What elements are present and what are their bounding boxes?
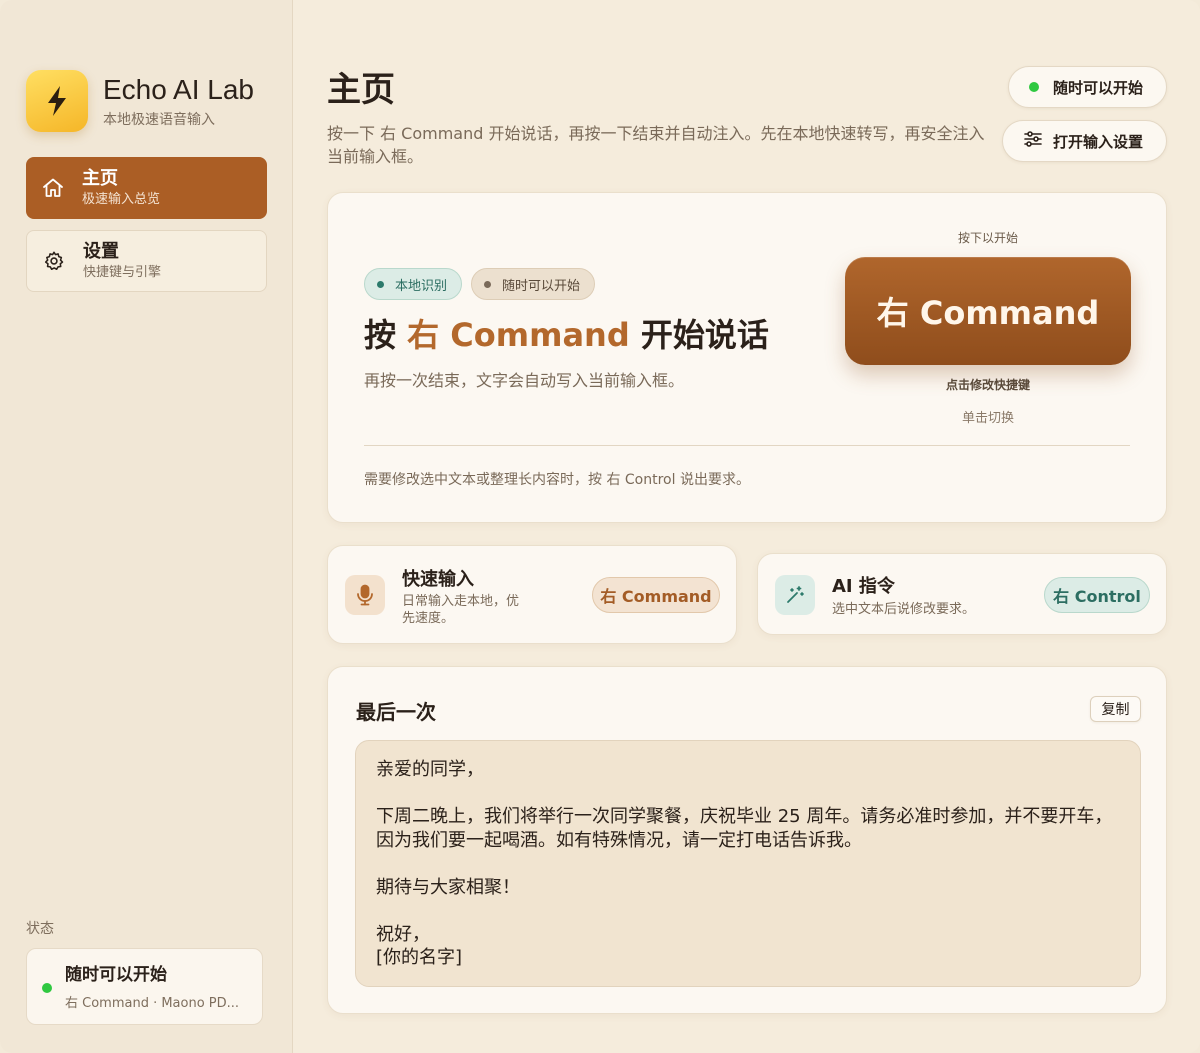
tag-label: 本地识别 (395, 278, 448, 294)
magic-wand-icon (775, 575, 815, 615)
fast-input-title: 快速输入 (402, 569, 474, 590)
hero-description: 再按一次结束，文字会自动写入当前输入框。 (364, 371, 685, 390)
tag-local-recognition: 本地识别 (364, 268, 463, 300)
sidebar-item-label: 主页 (82, 167, 118, 189)
text-line: 亲爱的同学， (376, 759, 484, 780)
press-to-start-hint: 按下以开始 (957, 231, 1018, 245)
status-card: 随时可以开始 右 Command · Maono PD... (26, 948, 263, 1025)
ai-command-title: AI 指令 (832, 576, 895, 597)
text-line: [你的名字] (376, 947, 463, 968)
fast-input-subtitle: 日常输入走本地，优先速度。 (402, 594, 520, 626)
toggle-mode-hint: 单击切换 (961, 411, 1014, 426)
tag-dot-icon (377, 280, 384, 288)
page-title: 主页 (327, 70, 395, 110)
status-title: 随时可以开始 (65, 965, 167, 985)
microphone-icon (345, 575, 385, 615)
ai-command-card: AI 指令 选中文本后说修改要求。 右 Control (757, 553, 1167, 635)
text-line: 下周二晚上，我们将举行一次同学聚餐，庆祝毕业 25 周年。请务必准时参加，并不要… (376, 806, 1113, 851)
sidebar: Echo AI Lab 本地极速语音输入 主页 极速输入总览 设置 快捷键与引擎… (0, 0, 293, 1053)
text-line: 祝好， (376, 923, 430, 945)
tag-dot-icon (484, 280, 491, 288)
status-detail: 右 Command · Maono PD... (65, 996, 240, 1011)
text-line: 期待与大家相聚！ (376, 876, 520, 898)
hero-title: 按 右 Command 开始说话 (364, 313, 769, 357)
fast-input-key-chip[interactable]: 右 Command (592, 577, 720, 613)
brand: Echo AI Lab 本地极速语音输入 (26, 70, 254, 132)
sliders-icon (1023, 130, 1043, 152)
sidebar-item-home[interactable]: 主页 极速输入总览 (26, 157, 267, 219)
hotkey-button[interactable]: 右 Command (845, 257, 1131, 365)
sidebar-item-sublabel: 快捷键与引擎 (83, 264, 162, 280)
tag-label: 随时可以开始 (502, 278, 581, 294)
ai-command-key-chip[interactable]: 右 Control (1044, 577, 1150, 613)
sidebar-item-label: 设置 (83, 240, 119, 262)
gear-icon (41, 248, 67, 274)
tag-ready: 随时可以开始 (471, 268, 596, 300)
copy-button[interactable]: 复制 (1090, 696, 1141, 722)
status-pill: 随时可以开始 (1008, 66, 1167, 108)
app-window: Echo AI Lab 本地极速语音输入 主页 极速输入总览 设置 快捷键与引擎… (0, 0, 1200, 1053)
divider (364, 445, 1130, 446)
status-section-label: 状态 (26, 921, 54, 937)
hero-title-key: 右 Command (407, 316, 630, 354)
hero-title-prefix: 按 (364, 316, 408, 354)
status-dot-icon (42, 983, 52, 993)
brand-title: Echo AI Lab (103, 74, 255, 105)
status-dot-icon (1029, 82, 1039, 92)
home-icon (40, 175, 66, 201)
last-result-title: 最后一次 (356, 700, 436, 724)
last-result-text[interactable]: 亲爱的同学， 下周二晚上，我们将举行一次同学聚餐，庆祝毕业 25 周年。请务必准… (355, 740, 1141, 987)
page-description: 按一下 右 Command 开始说话，再按一下结束并自动注入。先在本地快速转写，… (327, 124, 985, 166)
lightning-icon (26, 70, 88, 132)
last-result-card: 最后一次 复制 亲爱的同学， 下周二晚上，我们将举行一次同学聚餐，庆祝毕业 25… (327, 666, 1167, 1014)
sidebar-item-settings[interactable]: 设置 快捷键与引擎 (26, 230, 267, 292)
status-pill-label: 随时可以开始 (1053, 78, 1144, 97)
hero-title-suffix: 开始说话 (629, 316, 769, 354)
open-input-settings-label: 打开输入设置 (1053, 132, 1144, 151)
hero-footer-note: 需要修改选中文本或整理长内容时，按 右 Control 说出要求。 (364, 472, 750, 488)
sidebar-item-sublabel: 极速输入总览 (82, 191, 161, 207)
fast-input-card: 快速输入 日常输入走本地，优先速度。 右 Command (327, 545, 737, 644)
open-input-settings-button[interactable]: 打开输入设置 (1002, 120, 1167, 162)
hero-card: 本地识别 随时可以开始 按 右 Command 开始说话 再按一次结束，文字会自… (327, 192, 1167, 523)
ai-command-subtitle: 选中文本后说修改要求。 (832, 602, 976, 617)
edit-hotkey-hint: 点击修改快捷键 (945, 378, 1030, 392)
brand-subtitle: 本地极速语音输入 (103, 112, 215, 128)
